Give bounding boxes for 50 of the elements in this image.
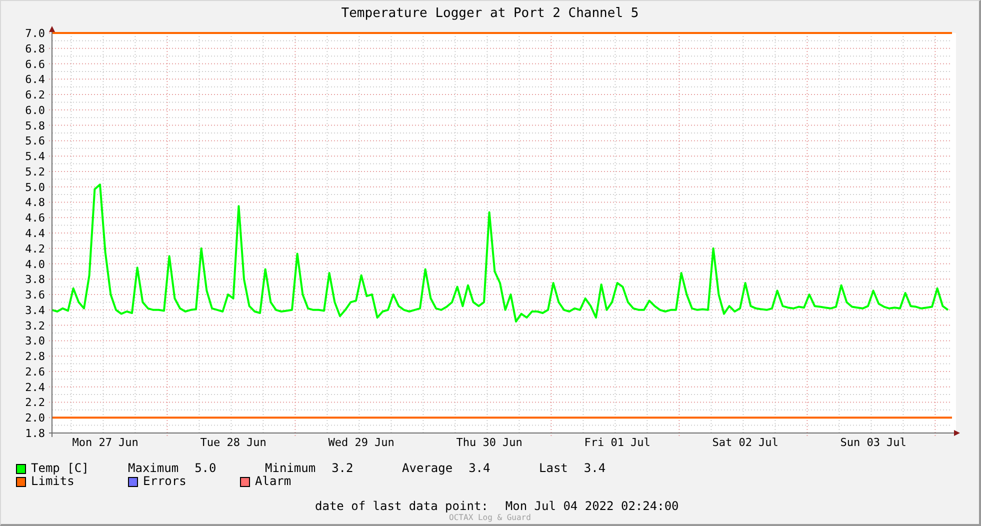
y-tick-label: 5.0 [25,180,45,194]
legend-label: Alarm [255,475,292,488]
stat-value: 3.4 [584,462,606,475]
y-tick-label: 5.4 [25,150,45,164]
stat-label: Minimum [265,462,316,475]
y-tick-label: 4.2 [25,242,45,256]
last-data-label: date of last data point: [315,498,488,514]
chart-title: Temperature Logger at Port 2 Channel 5 [341,4,639,23]
y-tick-label: 6.6 [25,58,45,71]
credit-text: OCTAX Log & Guard [449,513,531,522]
x-tick-label: Sat 02 Jul [712,436,778,449]
y-tick-label: 3.8 [25,273,45,286]
x-tick-label: Thu 30 Jun [456,436,522,449]
y-tick-label: 6.4 [25,73,45,86]
x-tick-label: Tue 28 Jun [200,436,266,449]
y-tick-label: 2.0 [25,412,45,425]
y-tick-label: 6.8 [25,42,45,56]
y-tick-label: 2.4 [25,380,45,394]
x-tick-label: Sun 03 Jul [840,436,906,449]
y-tick-label: 6.2 [25,88,45,102]
y-tick-label: 2.8 [25,350,45,364]
stat-label: Last [539,462,568,475]
legend-label: Limits [31,475,74,488]
stat-value: 3.4 [468,462,490,475]
y-tick-label: 3.4 [25,304,45,317]
x-tick-label: Fri 01 Jul [584,436,650,449]
y-tick-label: 2.2 [25,396,45,410]
stat-value: 3.2 [332,462,354,475]
y-tick-label: 5.2 [25,165,45,178]
stat-value: 5.0 [194,462,216,475]
stat-label: Maximum [128,462,179,475]
y-tick-label: 3.6 [25,288,45,302]
y-tick-label: 3.2 [25,319,45,332]
y-tick-label: 3.0 [25,334,45,348]
legend-label: Errors [143,475,186,488]
stat-label: Average [402,462,453,475]
legend-label: Temp [C] [31,462,89,475]
last-data-value: Mon Jul 04 2022 02:24:00 [505,498,679,514]
y-tick-label: 4.8 [25,196,45,210]
y-tick-label: 5.6 [25,134,45,148]
y-tick-label: 6.0 [25,104,45,117]
y-tick-label: 5.8 [25,119,45,132]
y-tick-label: 4.4 [25,227,45,240]
y-tick-label: 7.0 [25,27,45,40]
y-tick-label: 1.8 [25,427,45,440]
y-tick-label: 2.6 [25,365,45,378]
y-tick-label: 4.6 [25,212,45,225]
y-tick-label: 4.0 [25,258,45,271]
x-tick-label: Mon 27 Jun [72,436,138,449]
x-tick-label: Wed 29 Jun [328,436,394,449]
